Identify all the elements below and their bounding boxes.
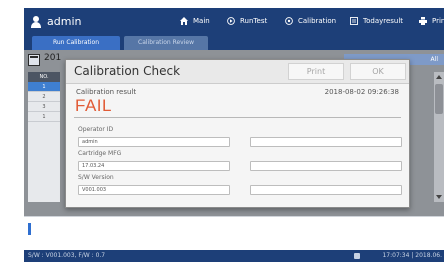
top-nav-bar: admin Main RunTest Calibration Todayresu…: [24, 8, 444, 36]
user-icon: [30, 15, 42, 28]
cartridge-mfg-field: 17.03.24: [78, 161, 230, 171]
nav-runtest-label: RunTest: [240, 17, 268, 25]
text-cursor: [28, 223, 31, 235]
message-area: [24, 216, 444, 250]
list-row[interactable]: 1: [28, 112, 60, 122]
list-row[interactable]: 1: [28, 82, 60, 92]
calibration-icon: [285, 17, 293, 25]
play-icon: [227, 17, 235, 25]
nav-main[interactable]: Main: [180, 17, 210, 25]
device-icon: [354, 253, 361, 259]
calendar-icon[interactable]: [28, 54, 40, 66]
cartridge-mfg-aux-field: [250, 161, 402, 171]
dialog-header: Calibration Check Print OK: [66, 60, 409, 84]
sw-version-field: V001.003: [78, 185, 230, 195]
result-status: FAIL: [75, 96, 112, 115]
operator-id-label: Operator ID: [78, 126, 114, 133]
operator-id-aux-field: [250, 137, 402, 147]
vertical-scrollbar[interactable]: [434, 72, 444, 202]
scroll-up-arrow-icon[interactable]: [436, 75, 442, 79]
tab-run-calibration[interactable]: Run Calibration: [32, 36, 120, 50]
status-right: 17:07:34 | 2018.06.: [354, 250, 442, 262]
print-button[interactable]: Print: [288, 63, 344, 80]
scroll-down-arrow-icon[interactable]: [436, 195, 442, 199]
nav-todayresult-label: Todayresult: [363, 17, 404, 25]
nav-print-label: Prin: [432, 17, 444, 25]
nav-calibration[interactable]: Calibration: [285, 17, 336, 25]
tab-calibration-review[interactable]: Calibration Review: [124, 36, 208, 50]
calibration-check-dialog: Calibration Check Print OK Calibration r…: [65, 59, 410, 208]
divider: [74, 117, 401, 118]
nav-main-label: Main: [193, 17, 210, 25]
result-datetime: 2018-08-02 09:26:38: [324, 88, 399, 96]
year-label: 201: [44, 53, 62, 63]
list-row[interactable]: 2: [28, 92, 60, 102]
calibration-list: NO. 1 2 3 1: [28, 72, 60, 202]
nav-calibration-label: Calibration: [298, 17, 337, 25]
operator-id-field: admin: [78, 137, 230, 147]
status-datetime: 17:07:34 | 2018.06.: [382, 252, 442, 259]
user-name: admin: [47, 15, 82, 28]
sw-version-label: S/W Version: [78, 174, 114, 181]
software-version: S/W : V001.003, F/W : 0.7: [28, 252, 106, 259]
dialog-title: Calibration Check: [74, 64, 181, 78]
printer-icon: [419, 17, 427, 25]
list-icon: [350, 17, 358, 25]
cartridge-mfg-label: Cartridge MFG: [78, 150, 122, 157]
sw-version-aux-field: [250, 185, 402, 195]
list-header: NO.: [28, 72, 60, 82]
ok-button[interactable]: OK: [350, 63, 406, 80]
list-row[interactable]: 3: [28, 102, 60, 112]
result-label: Calibration result: [76, 88, 137, 96]
nav-todayresult[interactable]: Todayresult: [350, 17, 403, 25]
tab-bar: Run Calibration Calibration Review: [24, 36, 444, 50]
scroll-thumb[interactable]: [435, 84, 443, 114]
home-icon: [180, 17, 188, 25]
nav-print[interactable]: Prin: [419, 17, 444, 25]
user-badge[interactable]: admin: [30, 15, 81, 28]
status-bar: S/W : V001.003, F/W : 0.7 17:07:34 | 201…: [24, 250, 444, 262]
nav-runtest[interactable]: RunTest: [227, 17, 267, 25]
